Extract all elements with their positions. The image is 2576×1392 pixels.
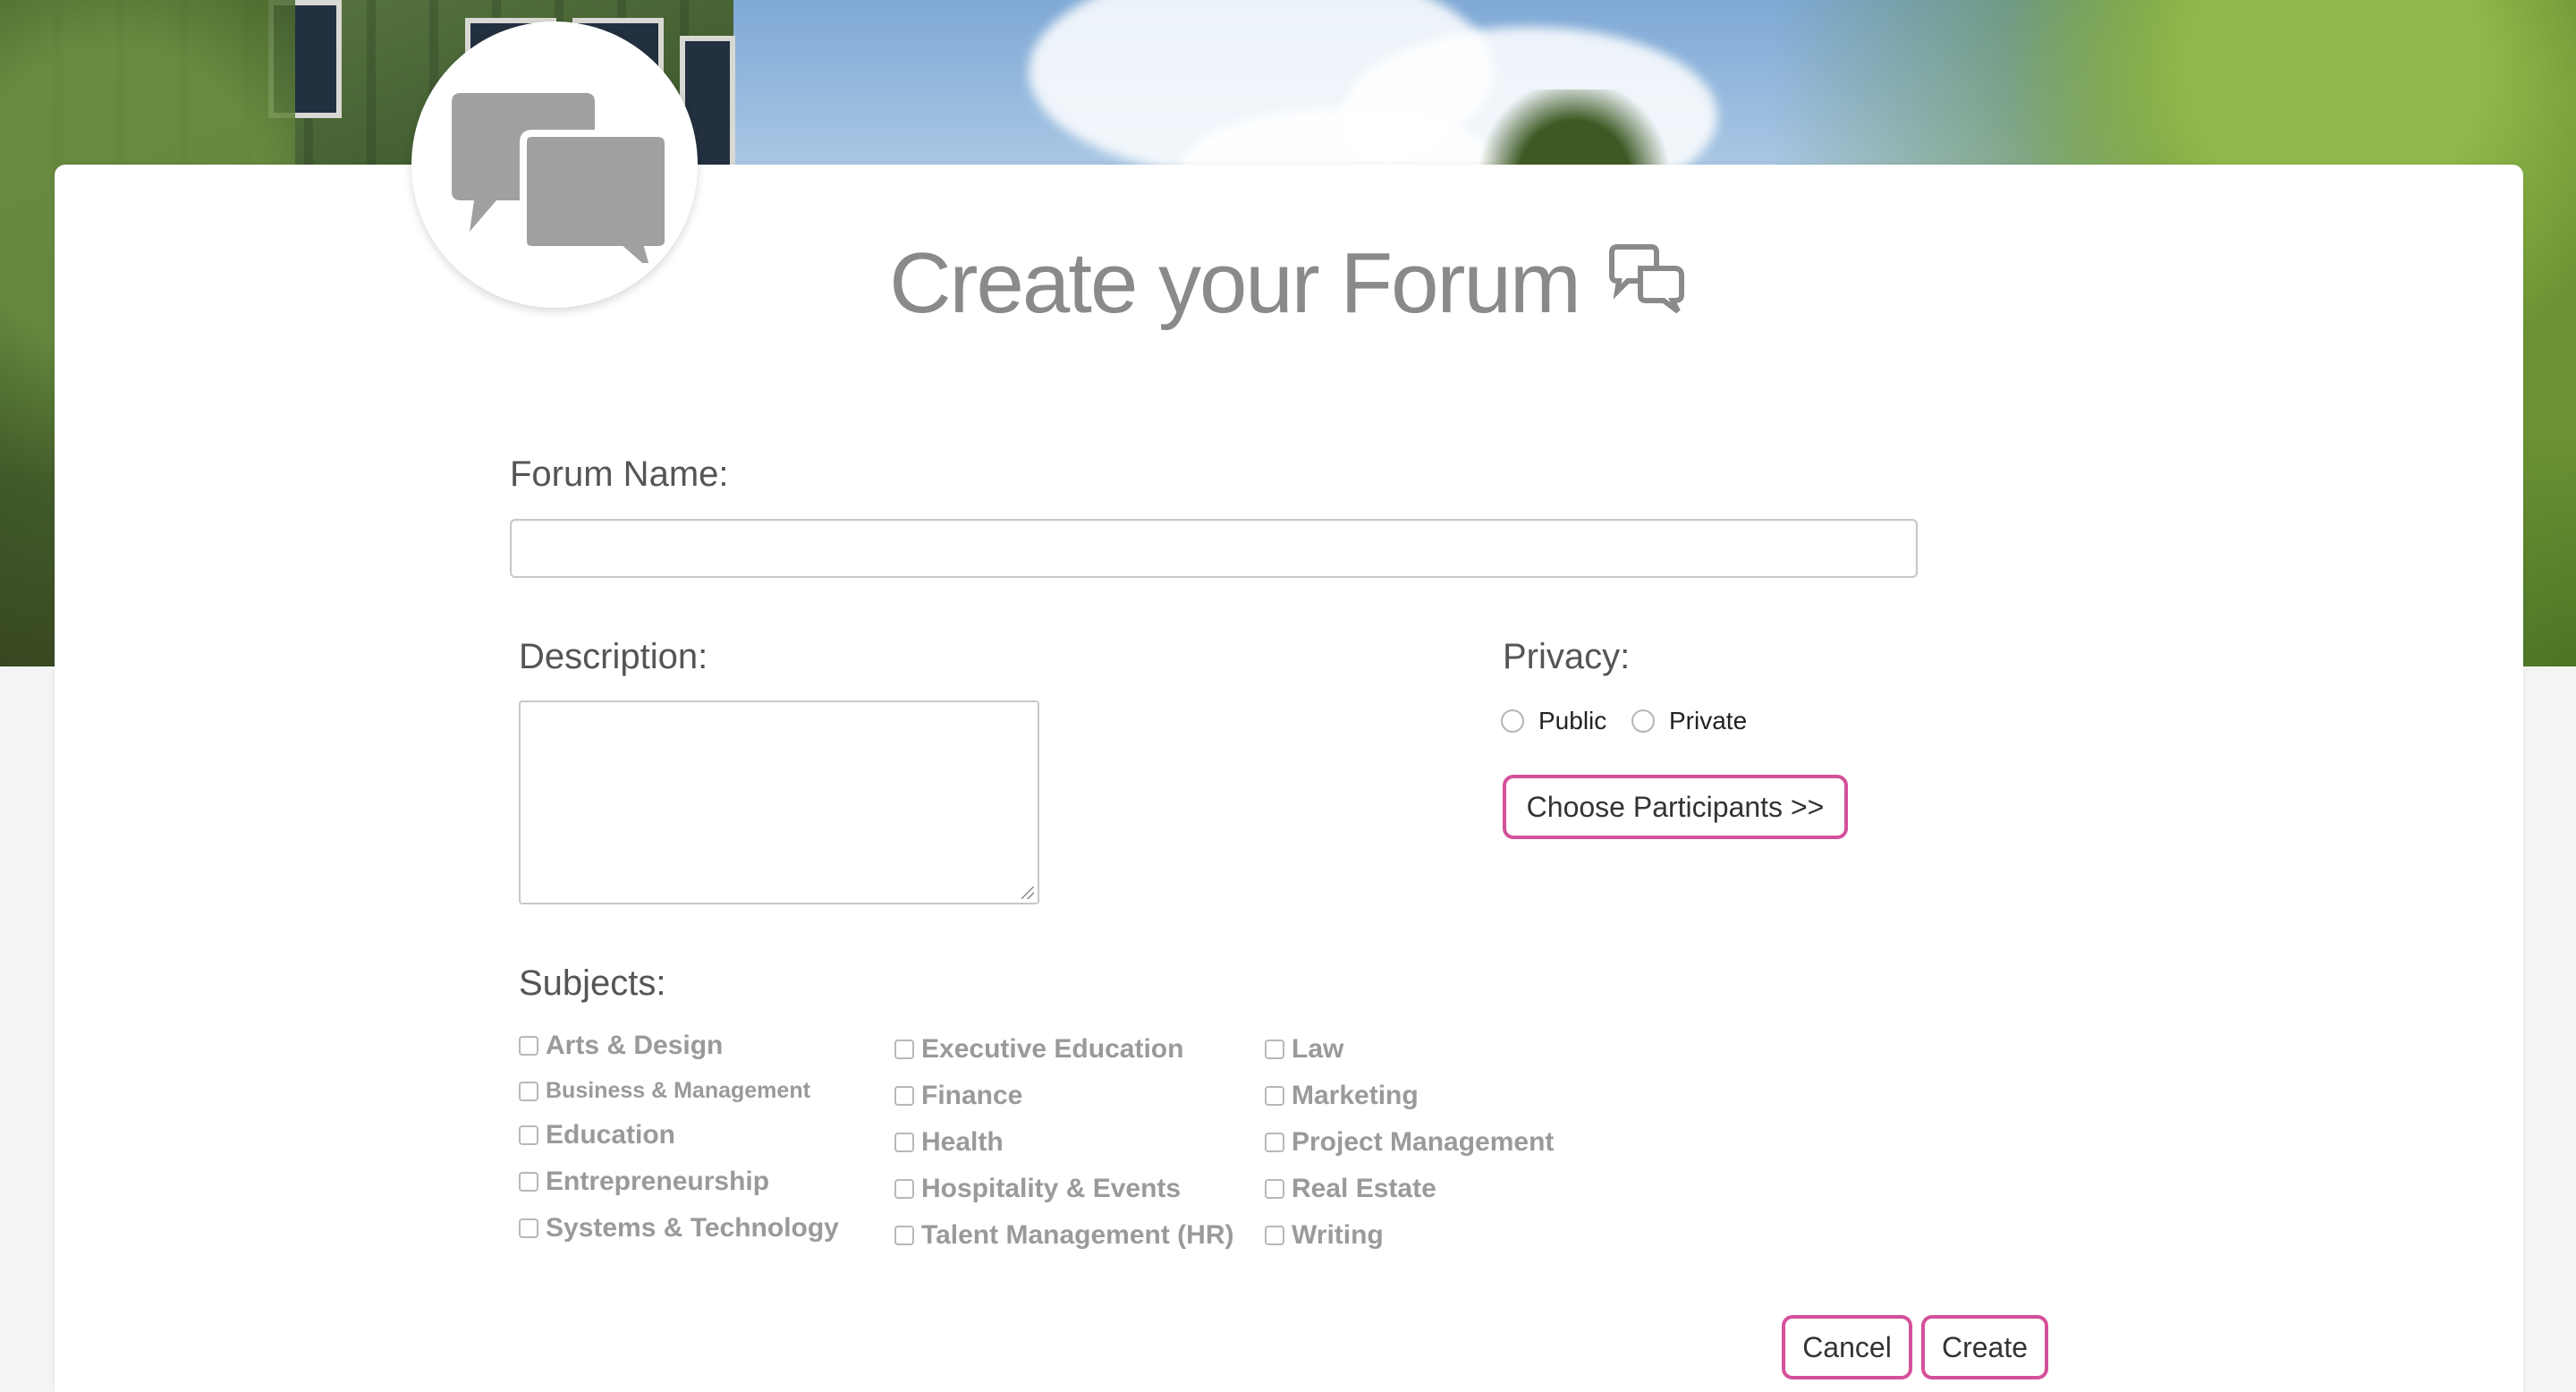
subject-checkbox[interactable] — [1265, 1086, 1284, 1106]
resize-grip-icon[interactable] — [1021, 887, 1034, 899]
subject-checkbox[interactable] — [894, 1040, 914, 1059]
subject-label: Writing — [1292, 1220, 1384, 1250]
subject-label: Talent Management (HR) — [921, 1220, 1234, 1250]
subject-label: Hospitality & Events — [921, 1174, 1182, 1203]
forum-name-label: Forum Name: — [510, 454, 729, 494]
public-radio[interactable] — [1501, 709, 1524, 733]
subject-label: Marketing — [1292, 1081, 1419, 1110]
privacy-label: Privacy: — [1503, 637, 1631, 676]
subject-arts-design[interactable]: Arts & Design — [519, 1031, 723, 1061]
privacy-option-public[interactable]: Public — [1501, 707, 1606, 735]
subject-entrepreneurship[interactable]: Entrepreneurship — [519, 1167, 769, 1197]
subject-talent-management[interactable]: Talent Management (HR) — [894, 1220, 1233, 1251]
subject-marketing[interactable]: Marketing — [1265, 1081, 1419, 1111]
subject-finance[interactable]: Finance — [894, 1081, 1022, 1111]
page-title-text: Create your Forum — [889, 235, 1581, 331]
privacy-option-private[interactable]: Private — [1631, 707, 1747, 735]
subject-executive-education[interactable]: Executive Education — [894, 1034, 1183, 1065]
subject-label: Education — [546, 1120, 676, 1150]
description-label: Description: — [519, 637, 708, 676]
subject-checkbox[interactable] — [894, 1179, 914, 1199]
subject-health[interactable]: Health — [894, 1127, 1004, 1158]
choose-participants-button[interactable]: Choose Participants >> — [1503, 775, 1848, 839]
subject-checkbox[interactable] — [894, 1086, 914, 1106]
private-radio-label: Private — [1669, 707, 1748, 734]
subject-law[interactable]: Law — [1265, 1034, 1343, 1065]
forum-name-input[interactable] — [510, 519, 1918, 578]
public-radio-label: Public — [1538, 707, 1607, 734]
form-card — [55, 165, 2523, 1392]
page-title: Create your Forum — [0, 234, 2576, 339]
chat-bubbles-icon — [452, 93, 672, 263]
subject-project-management[interactable]: Project Management — [1265, 1127, 1554, 1158]
subject-education[interactable]: Education — [519, 1120, 675, 1150]
subject-label: Arts & Design — [546, 1031, 724, 1060]
subject-checkbox[interactable] — [519, 1081, 538, 1101]
subject-writing[interactable]: Writing — [1265, 1220, 1384, 1251]
subject-checkbox[interactable] — [894, 1226, 914, 1245]
subject-checkbox[interactable] — [894, 1133, 914, 1152]
description-textarea[interactable] — [519, 700, 1039, 904]
subject-checkbox[interactable] — [1265, 1040, 1284, 1059]
chat-bubbles-outline-icon — [1605, 235, 1687, 334]
cancel-button[interactable]: Cancel — [1782, 1315, 1912, 1379]
subject-checkbox[interactable] — [1265, 1226, 1284, 1245]
subject-systems-technology[interactable]: Systems & Technology — [519, 1213, 839, 1243]
subject-checkbox[interactable] — [1265, 1133, 1284, 1152]
subject-label: Executive Education — [921, 1034, 1184, 1064]
subject-business-management[interactable]: Business & Management — [519, 1078, 810, 1104]
subject-label: Entrepreneurship — [546, 1167, 770, 1196]
subject-label: Business & Management — [546, 1078, 810, 1103]
create-button[interactable]: Create — [1921, 1315, 2048, 1379]
subjects-label: Subjects: — [519, 963, 666, 1003]
subject-label: Finance — [921, 1081, 1023, 1110]
subject-checkbox[interactable] — [519, 1036, 538, 1056]
subject-label: Health — [921, 1127, 1004, 1157]
subject-real-estate[interactable]: Real Estate — [1265, 1174, 1436, 1204]
subject-checkbox[interactable] — [1265, 1179, 1284, 1199]
subject-checkbox[interactable] — [519, 1172, 538, 1192]
subject-label: Law — [1292, 1034, 1344, 1064]
subject-checkbox[interactable] — [519, 1218, 538, 1238]
subject-hospitality-events[interactable]: Hospitality & Events — [894, 1174, 1181, 1204]
subject-label: Real Estate — [1292, 1174, 1436, 1203]
subject-checkbox[interactable] — [519, 1125, 538, 1145]
subject-label: Project Management — [1292, 1127, 1555, 1157]
subject-label: Systems & Technology — [546, 1213, 839, 1243]
private-radio[interactable] — [1631, 709, 1655, 733]
